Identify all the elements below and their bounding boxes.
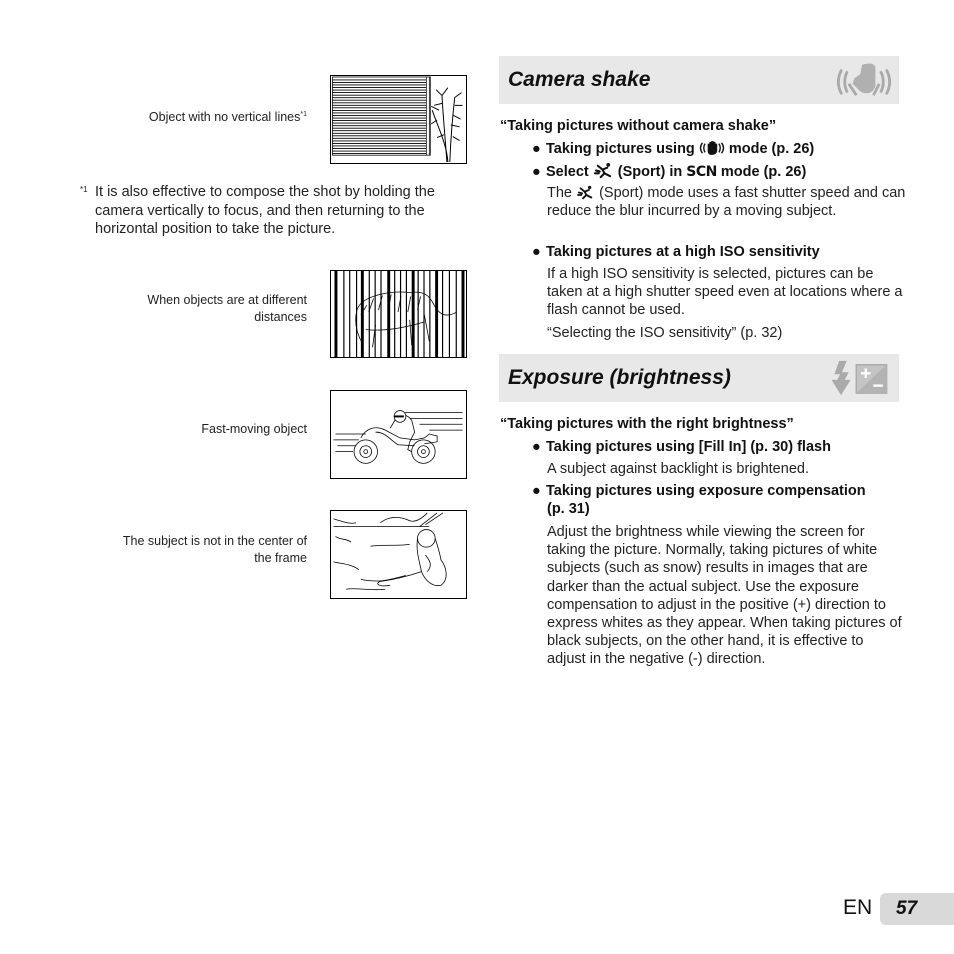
- bullet-dot: ●: [532, 439, 541, 455]
- bullet-text: (Sport) in: [617, 164, 683, 180]
- illustration-horizontal-blinds: [330, 75, 467, 164]
- cage-bar: [423, 271, 425, 357]
- bullet-sport-mode: ● Select (Sport) in SCN mode (p. 26): [532, 162, 806, 181]
- section-title: Camera shake: [508, 68, 651, 91]
- sport-icon: [577, 185, 593, 200]
- bullet-text: mode (p. 26): [728, 141, 815, 157]
- bullet-text: (p. 31): [547, 501, 590, 517]
- cage-bar: [368, 271, 370, 357]
- bullet-fill-in-flash: ● Taking pictures using [Fill In] (p. 30)…: [532, 438, 831, 456]
- cage-bar: [374, 271, 376, 357]
- cage-bar: [380, 271, 382, 357]
- para-text: (Sport) mode uses a fast shutter speed a…: [547, 185, 906, 220]
- cage-bar: [343, 271, 345, 357]
- bullet-text: mode (p. 26): [720, 164, 807, 180]
- bullet-dot: ●: [532, 244, 541, 260]
- footnote: *1 It is also effective to compose the s…: [80, 183, 470, 239]
- illustration-motorcycle: [330, 390, 467, 479]
- bullet-dot: ●: [532, 164, 541, 180]
- fill-in-description: A subject against backlight is brightene…: [547, 461, 809, 477]
- caption-line: distances: [254, 310, 307, 324]
- cage-bar: [411, 271, 415, 357]
- cage-bar: [334, 271, 338, 357]
- cage-bar: [417, 271, 419, 357]
- scn-mode-icon: SCN: [686, 164, 717, 180]
- exposure-compensation-description: Adjust the brightness while viewing the …: [547, 524, 902, 668]
- page-number: 57: [896, 898, 918, 919]
- flash-icon: [831, 360, 888, 396]
- exposure-lead: “Taking pictures with the right brightne…: [500, 416, 794, 432]
- shaking-hand-icon: [836, 63, 892, 96]
- section-header-camera-shake: Camera shake: [499, 56, 899, 104]
- para-text: The: [547, 185, 572, 201]
- cage-bar: [394, 271, 396, 357]
- sport-icon: [593, 162, 611, 179]
- bullet-high-iso: ● Taking pictures at a high ISO sensitivi…: [532, 243, 820, 261]
- illustration-off-center-subject: [330, 510, 467, 599]
- camera-shake-lead: “Taking pictures without camera shake”: [500, 118, 777, 134]
- iso-reference-link[interactable]: “Selecting the ISO sensitivity” (p. 32): [547, 324, 907, 342]
- cage-bar: [360, 271, 364, 357]
- high-iso-description: If a high ISO sensitivity is selected, p…: [547, 266, 903, 319]
- page-number-box: 57: [880, 893, 954, 925]
- cage-bar: [387, 271, 391, 357]
- bullet-text: Select: [546, 164, 589, 180]
- section-title: Exposure (brightness): [508, 366, 731, 389]
- caption-line: the frame: [254, 551, 307, 565]
- cage-bar: [461, 271, 465, 357]
- bullet-image-stabilization: ● Taking pictures using mode (p. 26): [532, 140, 814, 158]
- cage-bar: [355, 271, 358, 357]
- caption-line: When objects are at different: [147, 293, 307, 307]
- cage-bar: [349, 271, 351, 357]
- caption-fast-moving: Fast-moving object: [201, 421, 307, 438]
- cage-bar: [441, 271, 444, 357]
- tiger-bars-drawing: [334, 271, 465, 357]
- motorcycle-drawing: [333, 410, 463, 464]
- language-label: EN: [843, 896, 873, 919]
- cage-bar: [448, 271, 451, 357]
- cage-bar: [405, 271, 408, 357]
- cage-bar: [435, 271, 439, 357]
- caption-not-centered: The subject is not in the center of the …: [123, 533, 307, 567]
- off-center-drawing: [333, 512, 447, 591]
- sport-mode-description: The (Sport) mode uses a fast shutter spe…: [547, 184, 907, 220]
- cage-bar: [455, 271, 457, 357]
- bullet-text: Taking pictures at a high ISO sensitivit…: [546, 244, 820, 260]
- section-header-exposure: Exposure (brightness): [499, 354, 899, 402]
- bullet-text: Taking pictures using [Fill In] (p. 30) …: [546, 439, 831, 455]
- caption-different-distances: When objects are at different distances: [147, 292, 307, 326]
- exposure-compensation-icon: [855, 363, 888, 394]
- bullet-exposure-compensation: ● Taking pictures using exposure compensa…: [532, 482, 866, 518]
- illustration-tiger-behind-bars: [330, 270, 467, 358]
- bullet-text: Taking pictures using: [546, 141, 695, 157]
- cage-bar: [429, 271, 431, 357]
- footnote-mark: *1: [80, 185, 88, 194]
- footnote-ref: *1: [300, 111, 307, 118]
- bullet-text: Taking pictures using exposure compensat…: [546, 483, 866, 499]
- caption-no-vertical-lines: Object with no vertical lines*1: [149, 106, 307, 126]
- caption-text: Fast-moving object: [201, 422, 307, 436]
- digital-image-stabilization-icon: [699, 141, 724, 155]
- bullet-dot: ●: [532, 141, 541, 157]
- footnote-text: It is also effective to compose the shot…: [95, 184, 435, 237]
- blinds-bamboo-drawing: [332, 76, 463, 163]
- caption-text: Object with no vertical lines: [148, 110, 301, 124]
- caption-line: The subject is not in the center of: [122, 534, 307, 548]
- cage-bar: [399, 271, 402, 357]
- bullet-dot: ●: [532, 483, 541, 499]
